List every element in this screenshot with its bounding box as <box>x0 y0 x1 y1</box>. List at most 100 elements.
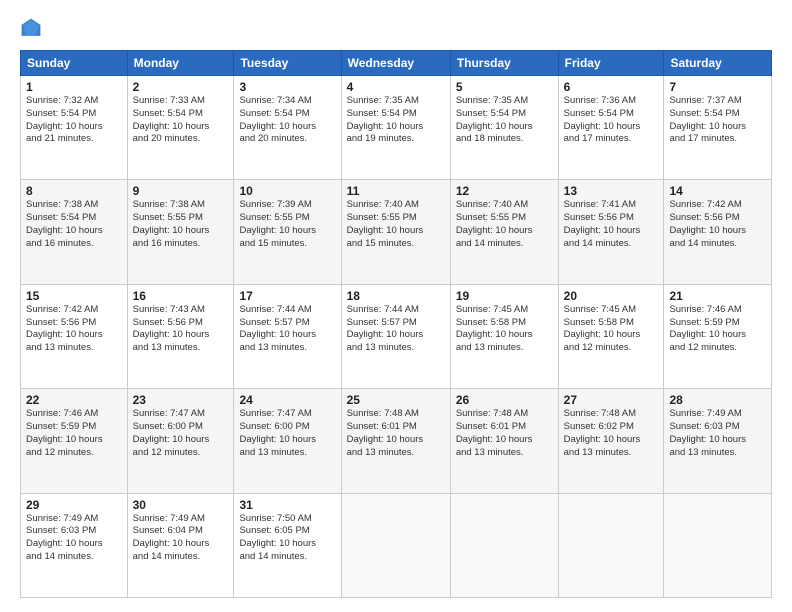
calendar-cell: 26Sunrise: 7:48 AM Sunset: 6:01 PM Dayli… <box>450 389 558 493</box>
calendar-cell: 2Sunrise: 7:33 AM Sunset: 5:54 PM Daylig… <box>127 76 234 180</box>
day-info: Sunrise: 7:38 AM Sunset: 5:55 PM Dayligh… <box>133 199 229 250</box>
day-number: 17 <box>239 289 335 303</box>
header <box>20 18 772 40</box>
day-info: Sunrise: 7:48 AM Sunset: 6:02 PM Dayligh… <box>564 408 659 459</box>
day-number: 31 <box>239 498 335 512</box>
day-number: 8 <box>26 184 122 198</box>
day-number: 11 <box>347 184 445 198</box>
calendar-cell: 15Sunrise: 7:42 AM Sunset: 5:56 PM Dayli… <box>21 284 128 388</box>
calendar-cell <box>664 493 772 597</box>
calendar-cell: 29Sunrise: 7:49 AM Sunset: 6:03 PM Dayli… <box>21 493 128 597</box>
day-number: 23 <box>133 393 229 407</box>
day-info: Sunrise: 7:49 AM Sunset: 6:04 PM Dayligh… <box>133 513 229 564</box>
day-info: Sunrise: 7:35 AM Sunset: 5:54 PM Dayligh… <box>456 95 553 146</box>
calendar-cell: 4Sunrise: 7:35 AM Sunset: 5:54 PM Daylig… <box>341 76 450 180</box>
day-info: Sunrise: 7:45 AM Sunset: 5:58 PM Dayligh… <box>456 304 553 355</box>
calendar-cell: 21Sunrise: 7:46 AM Sunset: 5:59 PM Dayli… <box>664 284 772 388</box>
day-info: Sunrise: 7:32 AM Sunset: 5:54 PM Dayligh… <box>26 95 122 146</box>
day-number: 1 <box>26 80 122 94</box>
day-info: Sunrise: 7:37 AM Sunset: 5:54 PM Dayligh… <box>669 95 766 146</box>
day-info: Sunrise: 7:34 AM Sunset: 5:54 PM Dayligh… <box>239 95 335 146</box>
col-header-wednesday: Wednesday <box>341 51 450 76</box>
day-info: Sunrise: 7:38 AM Sunset: 5:54 PM Dayligh… <box>26 199 122 250</box>
calendar-cell: 8Sunrise: 7:38 AM Sunset: 5:54 PM Daylig… <box>21 180 128 284</box>
calendar-cell: 12Sunrise: 7:40 AM Sunset: 5:55 PM Dayli… <box>450 180 558 284</box>
logo-text <box>20 18 46 40</box>
calendar-cell <box>558 493 664 597</box>
day-info: Sunrise: 7:46 AM Sunset: 5:59 PM Dayligh… <box>26 408 122 459</box>
calendar-cell: 5Sunrise: 7:35 AM Sunset: 5:54 PM Daylig… <box>450 76 558 180</box>
day-info: Sunrise: 7:40 AM Sunset: 5:55 PM Dayligh… <box>347 199 445 250</box>
day-number: 22 <box>26 393 122 407</box>
calendar-cell: 13Sunrise: 7:41 AM Sunset: 5:56 PM Dayli… <box>558 180 664 284</box>
day-info: Sunrise: 7:45 AM Sunset: 5:58 PM Dayligh… <box>564 304 659 355</box>
day-number: 30 <box>133 498 229 512</box>
day-number: 5 <box>456 80 553 94</box>
day-number: 25 <box>347 393 445 407</box>
day-info: Sunrise: 7:42 AM Sunset: 5:56 PM Dayligh… <box>26 304 122 355</box>
calendar-cell: 23Sunrise: 7:47 AM Sunset: 6:00 PM Dayli… <box>127 389 234 493</box>
day-info: Sunrise: 7:50 AM Sunset: 6:05 PM Dayligh… <box>239 513 335 564</box>
day-number: 2 <box>133 80 229 94</box>
calendar-cell <box>450 493 558 597</box>
day-info: Sunrise: 7:33 AM Sunset: 5:54 PM Dayligh… <box>133 95 229 146</box>
page: SundayMondayTuesdayWednesdayThursdayFrid… <box>0 0 792 612</box>
calendar-cell: 16Sunrise: 7:43 AM Sunset: 5:56 PM Dayli… <box>127 284 234 388</box>
calendar-week-4: 22Sunrise: 7:46 AM Sunset: 5:59 PM Dayli… <box>21 389 772 493</box>
day-number: 19 <box>456 289 553 303</box>
col-header-friday: Friday <box>558 51 664 76</box>
day-number: 12 <box>456 184 553 198</box>
col-header-monday: Monday <box>127 51 234 76</box>
calendar-cell: 24Sunrise: 7:47 AM Sunset: 6:00 PM Dayli… <box>234 389 341 493</box>
calendar-cell: 31Sunrise: 7:50 AM Sunset: 6:05 PM Dayli… <box>234 493 341 597</box>
calendar-cell: 30Sunrise: 7:49 AM Sunset: 6:04 PM Dayli… <box>127 493 234 597</box>
day-number: 6 <box>564 80 659 94</box>
calendar-cell: 7Sunrise: 7:37 AM Sunset: 5:54 PM Daylig… <box>664 76 772 180</box>
day-number: 18 <box>347 289 445 303</box>
calendar-cell <box>341 493 450 597</box>
calendar-week-3: 15Sunrise: 7:42 AM Sunset: 5:56 PM Dayli… <box>21 284 772 388</box>
day-number: 24 <box>239 393 335 407</box>
day-info: Sunrise: 7:48 AM Sunset: 6:01 PM Dayligh… <box>456 408 553 459</box>
calendar-cell: 9Sunrise: 7:38 AM Sunset: 5:55 PM Daylig… <box>127 180 234 284</box>
day-number: 13 <box>564 184 659 198</box>
calendar-cell: 14Sunrise: 7:42 AM Sunset: 5:56 PM Dayli… <box>664 180 772 284</box>
day-info: Sunrise: 7:44 AM Sunset: 5:57 PM Dayligh… <box>347 304 445 355</box>
col-header-saturday: Saturday <box>664 51 772 76</box>
day-info: Sunrise: 7:49 AM Sunset: 6:03 PM Dayligh… <box>669 408 766 459</box>
logo-area <box>20 18 46 40</box>
day-info: Sunrise: 7:47 AM Sunset: 6:00 PM Dayligh… <box>239 408 335 459</box>
day-number: 26 <box>456 393 553 407</box>
calendar-cell: 1Sunrise: 7:32 AM Sunset: 5:54 PM Daylig… <box>21 76 128 180</box>
day-info: Sunrise: 7:46 AM Sunset: 5:59 PM Dayligh… <box>669 304 766 355</box>
day-info: Sunrise: 7:42 AM Sunset: 5:56 PM Dayligh… <box>669 199 766 250</box>
day-info: Sunrise: 7:36 AM Sunset: 5:54 PM Dayligh… <box>564 95 659 146</box>
day-number: 10 <box>239 184 335 198</box>
calendar-cell: 28Sunrise: 7:49 AM Sunset: 6:03 PM Dayli… <box>664 389 772 493</box>
day-info: Sunrise: 7:35 AM Sunset: 5:54 PM Dayligh… <box>347 95 445 146</box>
day-info: Sunrise: 7:41 AM Sunset: 5:56 PM Dayligh… <box>564 199 659 250</box>
day-info: Sunrise: 7:43 AM Sunset: 5:56 PM Dayligh… <box>133 304 229 355</box>
col-header-thursday: Thursday <box>450 51 558 76</box>
day-info: Sunrise: 7:47 AM Sunset: 6:00 PM Dayligh… <box>133 408 229 459</box>
day-info: Sunrise: 7:44 AM Sunset: 5:57 PM Dayligh… <box>239 304 335 355</box>
day-number: 3 <box>239 80 335 94</box>
day-number: 7 <box>669 80 766 94</box>
calendar-cell: 3Sunrise: 7:34 AM Sunset: 5:54 PM Daylig… <box>234 76 341 180</box>
day-number: 16 <box>133 289 229 303</box>
day-number: 15 <box>26 289 122 303</box>
calendar-cell: 6Sunrise: 7:36 AM Sunset: 5:54 PM Daylig… <box>558 76 664 180</box>
day-number: 14 <box>669 184 766 198</box>
day-number: 21 <box>669 289 766 303</box>
calendar-cell: 22Sunrise: 7:46 AM Sunset: 5:59 PM Dayli… <box>21 389 128 493</box>
calendar-cell: 20Sunrise: 7:45 AM Sunset: 5:58 PM Dayli… <box>558 284 664 388</box>
calendar-cell: 25Sunrise: 7:48 AM Sunset: 6:01 PM Dayli… <box>341 389 450 493</box>
day-number: 28 <box>669 393 766 407</box>
calendar-cell: 27Sunrise: 7:48 AM Sunset: 6:02 PM Dayli… <box>558 389 664 493</box>
day-info: Sunrise: 7:39 AM Sunset: 5:55 PM Dayligh… <box>239 199 335 250</box>
calendar-table: SundayMondayTuesdayWednesdayThursdayFrid… <box>20 50 772 598</box>
day-number: 4 <box>347 80 445 94</box>
calendar-week-5: 29Sunrise: 7:49 AM Sunset: 6:03 PM Dayli… <box>21 493 772 597</box>
logo-icon <box>20 17 42 39</box>
calendar-cell: 11Sunrise: 7:40 AM Sunset: 5:55 PM Dayli… <box>341 180 450 284</box>
